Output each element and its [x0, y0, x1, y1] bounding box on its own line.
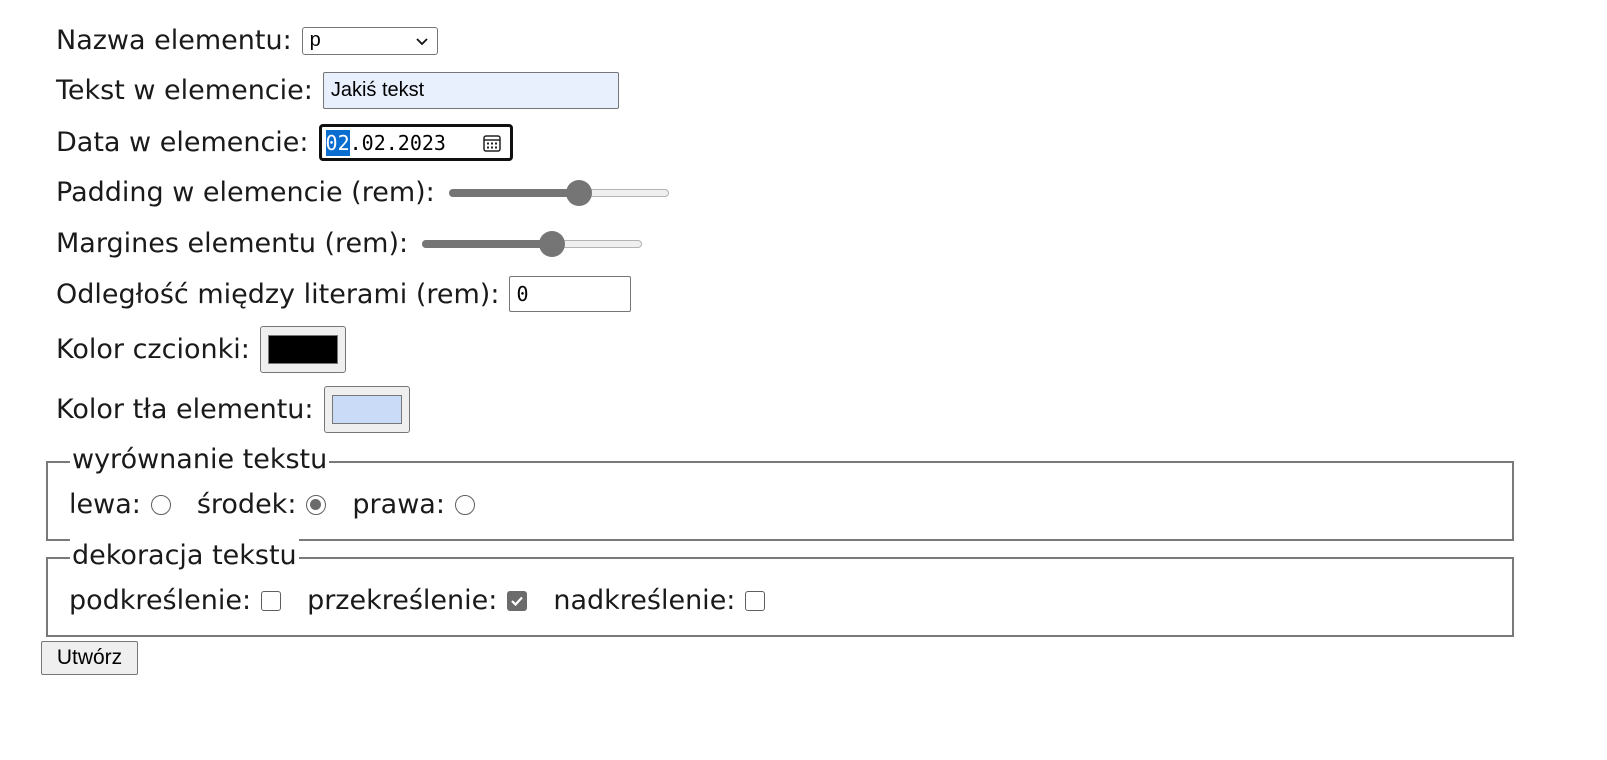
padding-slider-thumb[interactable] [565, 179, 592, 206]
element-name-label: Nazwa elementu: [56, 25, 292, 56]
align-left-label: lewa: [69, 489, 141, 520]
create-button[interactable]: Utwórz [41, 641, 138, 675]
element-text-input[interactable]: Jakiś tekst [322, 72, 619, 109]
bg-color-picker[interactable] [323, 386, 410, 433]
text-decoration-fieldset: dekoracja tekstu podkreślenie: przekreśl… [46, 539, 1514, 637]
overline-label: nadkreślenie: [553, 585, 736, 616]
padding-slider[interactable] [448, 179, 669, 206]
align-center-radio[interactable] [306, 494, 327, 515]
chevron-down-icon [416, 37, 428, 45]
decoration-option-underline[interactable]: podkreślenie: [69, 585, 282, 616]
font-color-picker[interactable] [259, 326, 346, 373]
element-name-select[interactable]: p [301, 26, 438, 55]
text-decoration-legend: dekoracja tekstu [70, 539, 299, 573]
margin-row: Margines elementu (rem): [56, 228, 643, 259]
line-through-label: przekreślenie: [307, 585, 498, 616]
margin-slider-fill [422, 239, 553, 248]
align-right-label: prawa: [352, 489, 445, 520]
element-date-input[interactable]: 02 .02.2023 [318, 124, 513, 161]
calendar-icon[interactable] [482, 133, 502, 153]
element-date-label: Data w elemencie: [56, 127, 309, 158]
align-option-left[interactable]: lewa: [69, 489, 171, 520]
letter-spacing-value: 0 [516, 282, 529, 306]
letter-spacing-input[interactable]: 0 [509, 276, 632, 312]
align-right-radio[interactable] [454, 494, 475, 515]
letter-spacing-row: Odległość między literami (rem): 0 [56, 276, 632, 312]
font-color-row: Kolor czcionki: [56, 326, 346, 373]
element-name-select-value: p [309, 29, 321, 51]
decoration-option-overline[interactable]: nadkreślenie: [553, 585, 766, 616]
element-date-row: Data w elemencie: 02 .02.2023 [56, 124, 513, 161]
padding-row: Padding w elemencie (rem): [56, 177, 669, 208]
element-text-row: Tekst w elemencie: Jakiś tekst [56, 72, 619, 109]
text-align-fieldset: wyrównanie tekstu lewa: środek: prawa: [46, 443, 1514, 541]
date-day-segment[interactable]: 02 [325, 129, 350, 156]
element-name-row: Nazwa elementu: p [56, 25, 438, 56]
margin-label: Margines elementu (rem): [56, 228, 409, 259]
margin-slider-thumb[interactable] [539, 230, 566, 257]
align-option-center[interactable]: środek: [197, 489, 327, 520]
letter-spacing-label: Odległość między literami (rem): [56, 278, 500, 310]
bg-color-swatch [331, 395, 402, 424]
element-text-value: Jakiś tekst [330, 79, 425, 101]
checkmark-icon [511, 596, 524, 606]
font-color-swatch [267, 335, 338, 364]
line-through-checkbox[interactable] [507, 590, 528, 611]
element-text-label: Tekst w elemencie: [56, 75, 313, 106]
underline-label: podkreślenie: [69, 585, 252, 616]
padding-slider-fill [448, 188, 579, 197]
overline-checkbox[interactable] [745, 590, 766, 611]
date-rest-segments[interactable]: .02.2023 [350, 131, 446, 155]
underline-checkbox[interactable] [261, 590, 282, 611]
align-left-radio[interactable] [150, 494, 171, 515]
text-decoration-options: podkreślenie: przekreślenie: nadkreśleni… [69, 585, 791, 616]
align-center-label: środek: [196, 489, 297, 520]
padding-label: Padding w elemencie (rem): [56, 177, 435, 208]
margin-slider[interactable] [422, 230, 643, 257]
text-align-options: lewa: środek: prawa: [69, 489, 501, 520]
decoration-option-line-through[interactable]: przekreślenie: [307, 585, 528, 616]
bg-color-row: Kolor tła elementu: [56, 386, 410, 433]
font-color-label: Kolor czcionki: [56, 334, 250, 365]
text-align-legend: wyrównanie tekstu [70, 443, 330, 477]
align-option-right[interactable]: prawa: [352, 489, 475, 520]
bg-color-label: Kolor tła elementu: [56, 394, 314, 425]
